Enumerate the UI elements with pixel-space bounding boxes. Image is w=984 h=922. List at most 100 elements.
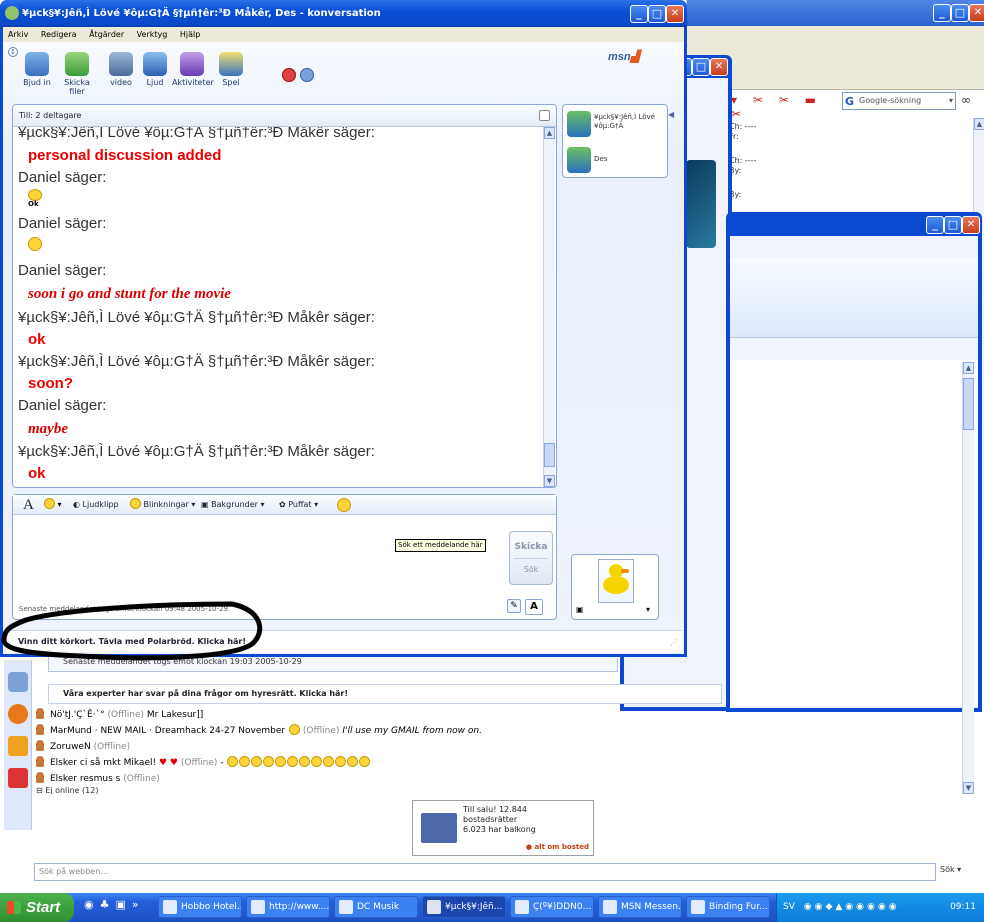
contact-row[interactable]: Nö'tJ.'Ç`Ê·`° (Offline) Mr Lakesur]] (36, 708, 203, 720)
chat-scrollbar[interactable]: ▲ ▼ (543, 127, 555, 487)
maximize-button[interactable]: □ (944, 216, 962, 234)
chart-icon[interactable] (8, 768, 28, 788)
minimize-button[interactable]: _ (926, 216, 944, 234)
msn-app-icon (5, 6, 19, 20)
pumpkin-icon[interactable] (8, 704, 28, 724)
taskbar-item[interactable]: Binding Fur... (686, 896, 770, 918)
menu-bar: Arkiv Redigera Åtgärder Verktyg Hjälp (3, 27, 684, 42)
close-button[interactable]: ✕ (710, 58, 728, 76)
handwriting-icon[interactable]: ✎ (507, 599, 521, 613)
picture-dropdown-icon[interactable]: ▾ (646, 605, 650, 614)
send-button[interactable]: Skicka Sök (509, 531, 553, 585)
scroll-up-button[interactable]: ▲ (963, 362, 974, 374)
scroll-up-button[interactable]: ▲ (974, 118, 984, 130)
tray-icons[interactable]: ◉◉◆▲◉◉◉◉◉ (804, 902, 900, 912)
message-speaker: Daniel säger: (18, 169, 107, 186)
language-indicator[interactable]: SV (783, 902, 795, 912)
tag-icon[interactable] (8, 736, 28, 756)
browser-icon[interactable]: ◉ (84, 898, 100, 911)
search-button[interactable]: Sök (510, 565, 552, 574)
taskbar-item[interactable]: DC Musik (334, 896, 418, 918)
taskbar-item-active[interactable]: ¥µck§¥:Jêñ... (422, 896, 506, 918)
contact-row[interactable]: Elsker ci så mkt Mikael! ♥ ♥ (Offline) - (36, 756, 371, 768)
winks-button[interactable]: Blinkningar ▾ (129, 495, 195, 515)
menu-item[interactable]: Redigera (41, 30, 77, 39)
field-lines: Ch: ---- Fr: Ch: ---- By: By: (729, 122, 757, 199)
annotation-ellipse (1, 601, 263, 661)
message-text: personal discussion added (28, 147, 222, 164)
collapse-panel-button[interactable]: ◀ (668, 110, 676, 134)
extra-emoticon-button[interactable] (337, 498, 351, 512)
group-header[interactable]: ⊟ Ej online (12) (36, 786, 98, 794)
scroll-down-button[interactable]: ▼ (544, 475, 555, 487)
scroll-thumb[interactable] (544, 443, 555, 467)
maximize-button[interactable]: □ (692, 58, 710, 76)
google-g-icon: G (845, 95, 855, 108)
menu-item[interactable]: Verktyg (137, 30, 168, 39)
duck-avatar[interactable] (598, 559, 634, 603)
video-icon (109, 52, 133, 76)
third-window-scrollbar[interactable]: ▲ ▼ (962, 362, 974, 794)
video-button[interactable]: video (104, 52, 138, 87)
quick-launch: ◉♣▣» (84, 898, 145, 911)
invite-button[interactable]: Bjud in (20, 52, 54, 87)
dropdown-arrow-icon[interactable]: ▾ (949, 93, 953, 109)
taskbar-item[interactable]: Hobbo Hotel... (158, 896, 242, 918)
close-button[interactable]: ✕ (969, 4, 984, 22)
font-button[interactable]: A (23, 495, 34, 515)
message-speaker: ¥µck§¥:Jêñ,Ì Lövé ¥ôµ:G†Ä §†µñ†êr:³Ð Måk… (18, 443, 375, 460)
google-search-box[interactable]: G Google-sökning ▾ (842, 92, 956, 110)
message-input[interactable] (15, 517, 501, 601)
web-search-input[interactable]: Sök på webben... (34, 863, 936, 881)
backgrounds-button[interactable]: ▣ Bakgrunder ▾ (201, 495, 265, 515)
start-button[interactable]: Start (0, 893, 74, 922)
maximize-button[interactable]: □ (648, 5, 666, 23)
smiley-row (226, 756, 371, 768)
picture-options-icon[interactable]: ▣ (576, 605, 584, 614)
web-search-button[interactable]: Sök ▾ (940, 865, 961, 874)
messenger-icon[interactable]: ♣ (100, 898, 116, 911)
voice-clip-button[interactable]: ◐ Ljudklipp (73, 495, 119, 515)
smiley-icon (289, 724, 300, 735)
text-mode-icon[interactable]: A (525, 599, 543, 615)
nudge-button[interactable]: ✿ Puffat ▾ (279, 495, 318, 515)
close-button[interactable]: ✕ (666, 5, 684, 23)
background-ad-bar[interactable]: Våra experter har svar på dina frågor om… (48, 684, 722, 704)
scroll-thumb[interactable] (963, 378, 974, 430)
background-icon[interactable] (300, 68, 314, 82)
games-button[interactable]: Spel (214, 52, 248, 87)
taskbar-item[interactable]: http://www.... (246, 896, 330, 918)
messenger-tab-icon[interactable] (8, 672, 28, 692)
block-icon[interactable] (282, 68, 296, 82)
resize-grip-icon[interactable]: ⋰ (670, 638, 678, 647)
activities-button[interactable]: Aktiviteter (172, 52, 214, 87)
toolbar-collapse-icon[interactable]: ↕ (8, 47, 18, 57)
minimize-button[interactable]: _ (933, 4, 951, 22)
taskbar-item[interactable]: MSN Messen... (598, 896, 682, 918)
scroll-down-button[interactable]: ▼ (963, 782, 974, 794)
housing-ad[interactable]: Till salu! 12.844 bostadsrätter 6.023 ha… (412, 800, 594, 856)
emoticon-button[interactable]: ▾ (43, 495, 62, 515)
contact-row[interactable]: MarMund · NEW MAIL · Dreamhack 24-27 Nov… (36, 724, 482, 736)
media-icon[interactable]: ▣ (115, 898, 131, 911)
menu-item[interactable]: Arkiv (8, 30, 28, 39)
maximize-button[interactable]: □ (951, 4, 969, 22)
contact-entry[interactable]: Des (567, 145, 665, 175)
chat-history[interactable]: ¥µck§¥:Jêñ,Ì Lövé ¥ôµ:G†Ä §†µñ†êr:³Ð Måk… (18, 127, 543, 487)
binoculars-icon[interactable]: ∞ (961, 93, 971, 107)
participants-info-icon[interactable] (539, 110, 550, 121)
contact-row[interactable]: ZoruweN (Offline) (36, 740, 130, 752)
contact-entry[interactable]: ¥µck§¥:Jêñ,Ì Lövé ¥ôµ:G†Ä (567, 109, 665, 141)
menu-item[interactable]: Hjälp (180, 30, 200, 39)
clock[interactable]: 09:11 (950, 893, 976, 922)
contact-row[interactable]: Elsker resmus s (Offline) (36, 772, 160, 784)
toolbar-icons[interactable]: ▾ ✂ ✂ ▬ ✂ (731, 93, 841, 121)
minimize-button[interactable]: _ (630, 5, 648, 23)
audio-button[interactable]: Ljud (138, 52, 172, 87)
menu-item[interactable]: Åtgärder (89, 30, 124, 39)
close-button[interactable]: ✕ (962, 216, 980, 234)
scroll-up-button[interactable]: ▲ (544, 127, 555, 139)
more-icon[interactable]: » (132, 898, 145, 911)
send-files-button[interactable]: Skicka filer (56, 52, 98, 96)
taskbar-item[interactable]: Ç(º¥)DDN0... (510, 896, 594, 918)
